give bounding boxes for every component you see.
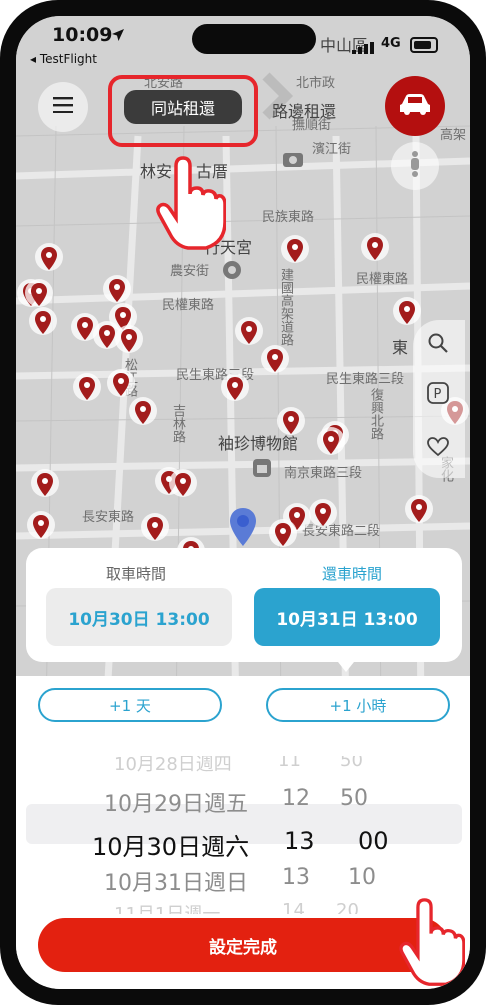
pickup-time-button[interactable]: 10月30日 13:00 — [46, 588, 232, 646]
scooter-icon — [405, 150, 425, 182]
tab-station-rent[interactable]: 同站租還 — [124, 90, 242, 124]
station-marker-icon[interactable] — [30, 468, 60, 508]
picker-date: 11月1日週一 — [114, 900, 220, 914]
tab-street-rent[interactable]: 路邊租還 — [272, 98, 336, 122]
picker-minute: 20 — [336, 900, 359, 914]
station-marker-icon[interactable] — [34, 242, 64, 282]
picker-row[interactable]: 10月28日週四 11 50 — [16, 756, 470, 782]
search-icon[interactable] — [425, 330, 451, 356]
picker-row[interactable]: 10月29日週五 12 50 — [16, 786, 470, 817]
station-marker-icon[interactable] — [316, 426, 346, 466]
picker-hour: 13 — [284, 827, 315, 855]
picker-date: 10月30日週六 — [92, 833, 250, 861]
station-marker-icon[interactable] — [26, 510, 56, 550]
add-one-hour-button[interactable]: +1 小時 — [266, 688, 450, 722]
map-label: 民權東路 — [162, 298, 215, 313]
dynamic-island — [192, 24, 316, 54]
map-label: 吉林路 — [170, 404, 185, 443]
svg-text:P: P — [434, 387, 442, 402]
app-screen: 北安路 北市政 民族東路 民權東路 民權東路 民生東路三段 民生東路三段 行天宮… — [16, 16, 470, 989]
picker-date: 10月28日週四 — [114, 756, 232, 775]
picker-row[interactable]: 10月31日週日 13 10 — [16, 865, 470, 896]
picker-minute: 50 — [340, 786, 368, 811]
picker-date: 10月29日週五 — [104, 792, 248, 817]
menu-button[interactable] — [38, 82, 88, 132]
station-marker-icon[interactable] — [276, 406, 306, 446]
picker-hour: 13 — [282, 865, 310, 890]
signal-icon — [352, 39, 374, 58]
network-type: 4G — [381, 36, 401, 51]
phone-frame: 北安路 北市政 民族東路 民權東路 民權東路 民生東路三段 民生東路三段 行天宮… — [0, 0, 486, 1005]
picker-row-selected[interactable]: 10月30日週六 13 00 — [16, 827, 470, 861]
heart-icon[interactable] — [425, 434, 451, 460]
station-marker-icon[interactable] — [280, 234, 310, 274]
station-marker-icon[interactable] — [72, 372, 102, 412]
clock-time: 10:09 — [52, 24, 113, 46]
picker-minute: 50 — [340, 756, 363, 771]
car-icon — [398, 92, 432, 120]
map-label: 長安東路 — [82, 510, 135, 525]
time-picker-sheet: +1 天 +1 小時 10月28日週四 11 50 10月29日週五 12 50… — [16, 676, 470, 989]
scooter-mode-button[interactable] — [391, 142, 439, 190]
return-time-button[interactable]: 10月31日 13:00 — [254, 588, 440, 646]
battery-icon — [410, 37, 438, 53]
parking-icon[interactable]: P — [425, 380, 451, 406]
add-one-day-button[interactable]: +1 天 — [38, 688, 222, 722]
map-label: 建國高架道路 — [278, 268, 293, 346]
station-marker-icon[interactable] — [168, 468, 198, 508]
map-label: 農安街 — [170, 264, 210, 279]
map-label: 濱江街 — [312, 142, 352, 157]
tap-hand-icon — [399, 898, 466, 989]
picker-date: 10月31日週日 — [104, 871, 248, 896]
map-label: 民族東路 — [262, 210, 315, 225]
picker-minute: 00 — [358, 827, 389, 855]
map-label: 高架 — [440, 128, 467, 143]
location-arrow-icon — [111, 27, 125, 46]
picker-minute: 10 — [348, 865, 376, 890]
rental-time-card: 取車時間 還車時間 10月30日 13:00 10月31日 13:00 — [26, 548, 462, 662]
station-marker-icon[interactable] — [114, 324, 144, 364]
station-marker-icon[interactable] — [260, 344, 290, 384]
map-tools: P — [413, 320, 465, 478]
station-marker-icon[interactable] — [404, 494, 434, 534]
picker-hour: 12 — [282, 786, 310, 811]
station-marker-icon[interactable] — [24, 278, 54, 318]
pickup-time-label: 取車時間 — [106, 565, 167, 583]
station-marker-icon[interactable] — [140, 512, 170, 552]
card-pointer — [338, 662, 354, 672]
confirm-button[interactable]: 設定完成 — [38, 918, 448, 972]
status-bar: 10:09 ◂ TestFlight 4G — [16, 16, 470, 66]
picker-hour: 11 — [278, 756, 301, 771]
map-label: 北市政 — [296, 76, 336, 91]
map-label: 東 — [392, 338, 409, 357]
map-label: 復興北路 — [368, 388, 383, 440]
hamburger-icon — [53, 97, 73, 117]
back-to-testflight[interactable]: ◂ TestFlight — [30, 52, 97, 66]
station-marker-icon[interactable] — [128, 396, 158, 436]
map-label: 民生東路三段 — [326, 372, 405, 387]
station-marker-icon[interactable] — [308, 498, 338, 538]
tap-hand-icon — [156, 156, 227, 256]
station-marker-icon[interactable] — [360, 232, 390, 272]
station-marker-icon[interactable] — [220, 372, 250, 412]
return-time-label: 還車時間 — [322, 565, 383, 583]
car-mode-button[interactable] — [385, 76, 445, 136]
picker-hour: 14 — [282, 900, 305, 914]
